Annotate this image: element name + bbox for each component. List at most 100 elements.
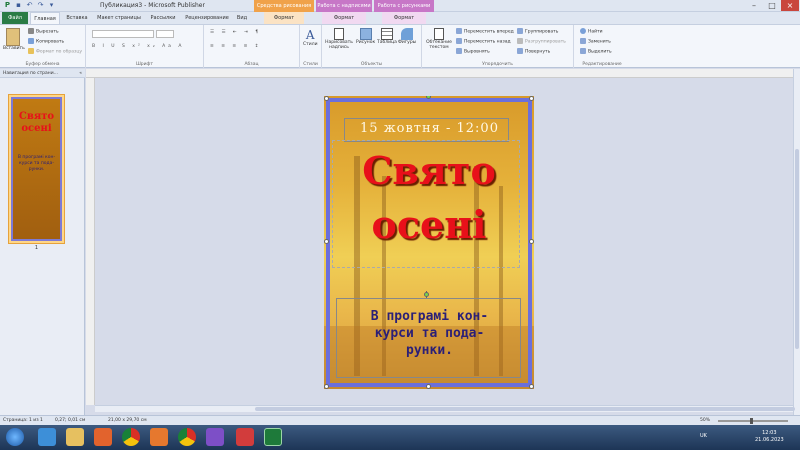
rotate-button[interactable]: Повернуть xyxy=(517,48,550,55)
styles-button[interactable]: A Стили xyxy=(303,28,318,47)
bring-forward-button[interactable]: Переместить вперед xyxy=(456,28,514,35)
horizontal-scroll-thumb[interactable] xyxy=(255,407,795,411)
zoom-slider-thumb[interactable] xyxy=(750,418,753,424)
app-icon[interactable] xyxy=(236,428,254,446)
group-label: Буфер обмена xyxy=(25,62,60,67)
zoom-slider[interactable] xyxy=(718,420,788,422)
paste-button[interactable]: Вставить xyxy=(3,28,25,51)
tab-file[interactable]: Файл xyxy=(2,12,28,24)
publication-page[interactable]: 15 жовтня - 12:00 Свято осені В програмі… xyxy=(324,96,534,389)
wrap-text-button[interactable]: Обтекание текстом xyxy=(425,28,453,50)
tab-mailings[interactable]: Рассылки xyxy=(146,12,180,24)
thumbnail-preview: Свято осені В програмі кон-курси та пода… xyxy=(11,97,62,241)
redo-icon[interactable]: ↷ xyxy=(36,1,45,10)
shapes-button[interactable]: Фигуры xyxy=(398,28,416,45)
thumbnail-body: В програмі кон-курси та пода-рунки. xyxy=(17,155,56,172)
vertical-scroll-thumb[interactable] xyxy=(795,149,799,349)
replace-button[interactable]: Заменить xyxy=(580,38,611,45)
send-backward-icon xyxy=(456,38,462,44)
resize-handle[interactable] xyxy=(426,384,431,389)
ie-icon[interactable] xyxy=(38,428,56,446)
close-button[interactable]: × xyxy=(781,0,799,11)
vertical-scrollbar[interactable] xyxy=(793,69,800,415)
table-button[interactable]: Таблица xyxy=(377,28,397,45)
bring-forward-icon xyxy=(456,28,462,34)
tab-textbox-format[interactable]: Формат xyxy=(322,12,366,24)
context-group-picture: Работа с рисунками xyxy=(374,0,434,12)
rotate-icon xyxy=(517,48,523,54)
draw-textbox-button[interactable]: Нарисовать надпись xyxy=(325,28,353,50)
maximize-button[interactable]: □ xyxy=(763,0,781,11)
page-navigation-pane: Навигация по страни... « Свято осені В п… xyxy=(0,69,85,415)
tab-review[interactable]: Рецензирование xyxy=(182,12,232,24)
replace-icon xyxy=(580,38,586,44)
tab-picture-format[interactable]: Формат xyxy=(382,12,426,24)
resize-handle[interactable] xyxy=(324,96,329,101)
align-buttons[interactable]: ≡ ≡ ≡ ≡ ↕ xyxy=(210,44,262,49)
group-editing: Найти Заменить Выделить Редактирование xyxy=(574,25,630,68)
font-size-select[interactable] xyxy=(156,30,174,38)
brush-icon xyxy=(28,48,34,54)
shapes-icon xyxy=(401,28,414,40)
tab-insert[interactable]: Вставка xyxy=(62,12,92,24)
windows-taskbar: UK 12:03 21.06.2023 xyxy=(0,425,800,450)
group-label: Объекты xyxy=(360,62,383,67)
group-label: Стили xyxy=(303,62,318,67)
vertical-ruler[interactable] xyxy=(86,78,95,405)
collapse-icon[interactable]: « xyxy=(79,69,82,78)
align-button[interactable]: Выровнять xyxy=(456,48,490,55)
tab-view[interactable]: Вид xyxy=(234,12,250,24)
start-button-icon[interactable] xyxy=(6,428,24,446)
resize-handle[interactable] xyxy=(529,239,534,244)
tray-clock[interactable]: 12:03 21.06.2023 xyxy=(755,430,784,444)
save-icon[interactable]: ▪ xyxy=(14,1,23,10)
tab-drawing-format[interactable]: Формат xyxy=(264,12,304,24)
font-format-buttons[interactable]: B I U S x² x₂ Aa A xyxy=(92,44,184,49)
media-player-icon[interactable] xyxy=(94,428,112,446)
tab-home[interactable]: Главная xyxy=(30,12,60,24)
event-date[interactable]: 15 жовтня - 12:00 xyxy=(352,121,507,136)
group-button[interactable]: Группировать xyxy=(517,28,558,35)
chrome-icon[interactable] xyxy=(122,428,140,446)
undo-icon[interactable]: ↶ xyxy=(25,1,34,10)
qat-customize-icon[interactable]: ▾ xyxy=(47,1,56,10)
copy-button[interactable]: Копировать xyxy=(28,38,64,45)
group-clipboard: Вставить Вырезать Копировать Формат по о… xyxy=(0,25,86,68)
viber-icon[interactable] xyxy=(206,428,224,446)
styles-icon: A xyxy=(305,28,315,42)
font-name-select[interactable] xyxy=(92,30,154,38)
select-button[interactable]: Выделить xyxy=(580,48,612,55)
horizontal-ruler[interactable] xyxy=(86,69,793,78)
language-indicator[interactable]: UK xyxy=(700,433,707,439)
thumbnail-title: Свято осені xyxy=(18,111,55,134)
paint-icon[interactable] xyxy=(150,428,168,446)
find-button[interactable]: Найти xyxy=(580,28,603,35)
search-icon xyxy=(580,28,586,34)
page-thumbnail[interactable]: Свято осені В програмі кон-курси та пода… xyxy=(8,94,65,244)
nav-pane-header: Навигация по страни... « xyxy=(0,69,85,78)
tab-page-design[interactable]: Макет страницы xyxy=(94,12,144,24)
page-number-label: 1 xyxy=(34,245,39,251)
resize-handle[interactable] xyxy=(324,239,329,244)
group-arrange: Обтекание текстом Переместить вперед Пер… xyxy=(422,25,574,68)
poster-body-text[interactable]: В програмі кон- курси та пода- рунки. xyxy=(342,308,517,359)
table-icon xyxy=(380,28,393,40)
list-buttons[interactable]: ☰ ☰ ⇤ ⇥ ¶ xyxy=(210,30,261,35)
minimize-button[interactable]: – xyxy=(745,0,763,11)
resize-handle[interactable] xyxy=(529,384,534,389)
explorer-icon[interactable] xyxy=(66,428,84,446)
chrome-icon[interactable] xyxy=(178,428,196,446)
horizontal-scrollbar[interactable] xyxy=(95,405,795,412)
cut-button[interactable]: Вырезать xyxy=(28,28,59,35)
publisher-taskbar-icon[interactable] xyxy=(264,428,282,446)
picture-button[interactable]: Рисунок xyxy=(356,28,375,45)
resize-handle[interactable] xyxy=(529,96,534,101)
rotation-handle[interactable] xyxy=(424,292,429,297)
window-title: Публикация3 - Microsoft Publisher xyxy=(100,2,205,9)
group-font: B I U S x² x₂ Aa A Шрифт xyxy=(86,25,204,68)
ungroup-button[interactable]: Разгруппировать xyxy=(517,38,566,45)
resize-handle[interactable] xyxy=(324,384,329,389)
send-backward-button[interactable]: Переместить назад xyxy=(456,38,511,45)
poster-title[interactable]: Свято осені xyxy=(334,151,524,245)
format-painter-button[interactable]: Формат по образцу xyxy=(28,48,82,55)
